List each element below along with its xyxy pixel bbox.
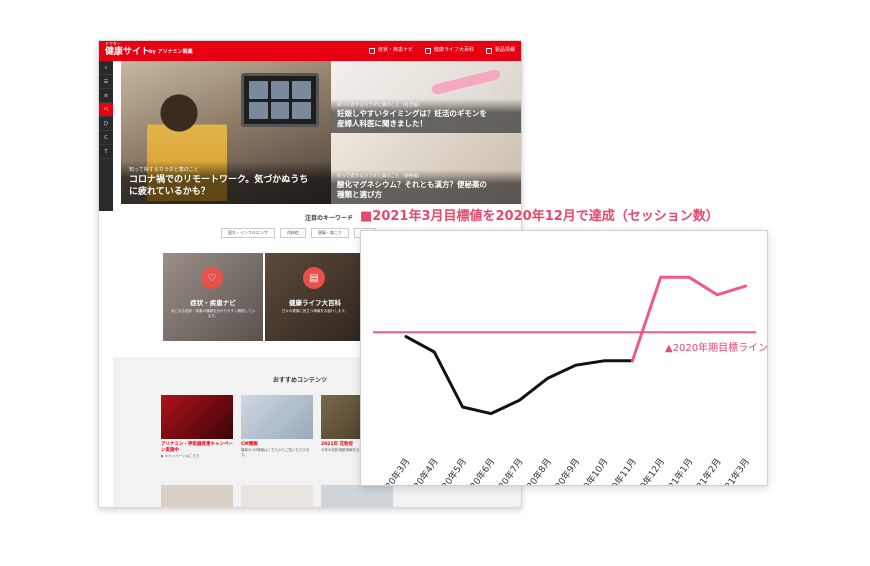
x-tick-label: 2020年3月: [376, 456, 413, 485]
header-link-products[interactable]: 製品情報: [485, 47, 515, 54]
header-link-encyclopedia[interactable]: 健康ライフ大百科: [424, 47, 474, 54]
reco-card-text: ▶ キャンペーンはこちら: [161, 454, 200, 458]
x-tick-label: 2021年1月: [659, 456, 696, 485]
x-tick-label: 2020年4月: [404, 456, 441, 485]
side-nav: ⌕ ☰ ≡ ベ ひ C T: [99, 61, 113, 211]
header-link-label: 製品情報: [494, 47, 515, 53]
logo-kicker: ドクター: [105, 41, 121, 46]
x-tick-label: 2020年8月: [517, 456, 554, 485]
hero-main-article[interactable]: 知って得するカラダと薬のこと コロナ禍でのリモートワーク。気づかぬうち に疲れて…: [121, 61, 331, 204]
feature-title: 症状・疾患ナビ: [190, 299, 236, 307]
keyword-chip[interactable]: 花粉症: [279, 228, 306, 238]
thumbnail[interactable]: [161, 485, 233, 507]
thumbnail[interactable]: [241, 485, 313, 507]
thumbnail-row: [161, 485, 393, 507]
site-logo[interactable]: 健康サイト: [105, 47, 150, 57]
logo-subtitle: by アリナミン製薬: [149, 49, 193, 55]
feature-desc: 気になる症状・疾患の情報を分かりやすく解説しています。: [171, 309, 255, 318]
x-tick-label: 2020年7月: [489, 456, 526, 485]
search-icon[interactable]: ⌕: [99, 61, 113, 75]
feature-title: 健康ライフ大百科: [289, 299, 341, 307]
side-nav-item-active[interactable]: ベ: [99, 103, 113, 117]
side-nav-item[interactable]: ☰: [99, 75, 113, 89]
x-tick-label: 2020年6月: [461, 456, 498, 485]
feature-desc: 日々の健康に役立つ情報をお届けします。: [281, 309, 349, 313]
keyword-list: 疲れ・インフルエンザ 花粉症 頭痛・肩こり 不眠: [221, 228, 376, 238]
reco-card-title: アリナミン・呼吸器疾患キャンペーン実施中: [161, 442, 233, 453]
hero-kicker: 知って得するカラダと薬のこと: [129, 167, 199, 173]
reco-card-image: [161, 395, 233, 439]
feature-encyclopedia[interactable]: ▤ 健康ライフ大百科 日々の健康に役立つ情報をお届けします。: [265, 253, 365, 341]
header-link-symptoms[interactable]: 症状・疾患ナビ: [368, 47, 413, 54]
hero-kicker: 知って得するカラダと薬のこと（妊活編）: [337, 103, 423, 108]
reco-card[interactable]: CM情報 最新のCM情報はこちらからご覧いただけます。: [241, 395, 313, 477]
keyword-chip[interactable]: 疲れ・インフルエンザ: [221, 228, 275, 238]
side-nav-item[interactable]: T: [99, 145, 113, 159]
stethoscope-icon: [368, 47, 375, 54]
hero-title-line2: に疲れているかも？: [129, 187, 210, 197]
recommended-title: おすすめコンテンツ: [273, 377, 328, 384]
hero-title-line1: コロナ禍でのリモートワーク。気づかぬうち: [129, 175, 309, 185]
box-icon: [485, 47, 492, 54]
chart-card: ▲2020年期目標ライン 2020年3月 2020年4月 2020年5月 2020年6月…: [360, 230, 768, 486]
series-line-0: [404, 335, 634, 416]
side-nav-item[interactable]: C: [99, 131, 113, 145]
x-tick-label: 2020年9月: [546, 456, 583, 485]
book-icon: ▤: [303, 267, 325, 289]
hero-kicker: 知って得するカラダと薬のこと（便秘編）: [337, 174, 423, 179]
hero-title-line2: 産婦人科医に聞きました！: [337, 119, 427, 128]
header-links: 症状・疾患ナビ 健康ライフ大百科 製品情報: [368, 47, 515, 54]
hero-bottom-article[interactable]: 知って得するカラダと薬のこと（便秘編） 酸化マグネシウム？それとも漢方？便秘薬の…: [331, 133, 521, 204]
x-tick-label: 2021年2月: [687, 456, 724, 485]
x-tick-label: 2020年5月: [432, 456, 469, 485]
thermometer-photo: [430, 68, 502, 96]
hero-top-article[interactable]: 知って得するカラダと薬のこと（妊活編） 妊娠しやすいタイミングは？妊活のギモンを…: [331, 61, 521, 133]
hero-caption: 知って得するカラダと薬のこと コロナ禍でのリモートワーク。気づかぬうち に疲れて…: [121, 161, 331, 204]
feature-symptoms[interactable]: ♡ 症状・疾患ナビ 気になる症状・疾患の情報を分かりやすく解説しています。: [163, 253, 263, 341]
hero-title-line1: 酸化マグネシウム？それとも漢方？便秘薬の: [337, 180, 487, 189]
site-header: ドクター 健康サイト by アリナミン製薬 症状・疾患ナビ 健康ライフ大百科 製…: [99, 41, 521, 61]
side-nav-item[interactable]: ひ: [99, 117, 113, 131]
reco-card-text: 最新のCM情報はこちらからご覧いただけます。: [241, 448, 310, 457]
chart-title: ■2021年3月目標値を2020年12月で達成（セッション数）: [360, 209, 719, 224]
thumbnail[interactable]: [321, 485, 393, 507]
line-chart: ▲2020年期目標ライン 2020年3月2020年4月2020年5月2020年6月…: [373, 275, 767, 485]
hero-title-line1: 妊娠しやすいタイミングは？妊活のギモンを: [337, 109, 487, 118]
laptop-photo: [241, 73, 319, 127]
header-link-label: 症状・疾患ナビ: [377, 47, 413, 53]
x-tick-label: 2021年3月: [715, 456, 752, 485]
book-icon: [424, 47, 431, 54]
hero-caption: 知って得するカラダと薬のこと（妊活編） 妊娠しやすいタイミングは？妊活のギモンを…: [331, 99, 521, 133]
target-line-label: ▲2020年期目標ライン: [665, 341, 767, 354]
stethoscope-icon: ♡: [201, 267, 223, 289]
hero-title-line2: 種類と選び方: [337, 190, 382, 199]
hero-caption: 知って得するカラダと薬のこと（便秘編） 酸化マグネシウム？それとも漢方？便秘薬の…: [331, 170, 521, 204]
reco-card[interactable]: アリナミン・呼吸器疾患キャンペーン実施中 ▶ キャンペーンはこちら: [161, 395, 233, 477]
header-link-label: 健康ライフ大百科: [433, 47, 474, 53]
reco-card-image: [241, 395, 313, 439]
keyword-chip[interactable]: 頭痛・肩こり: [310, 228, 349, 238]
side-nav-item[interactable]: ≡: [99, 89, 113, 103]
